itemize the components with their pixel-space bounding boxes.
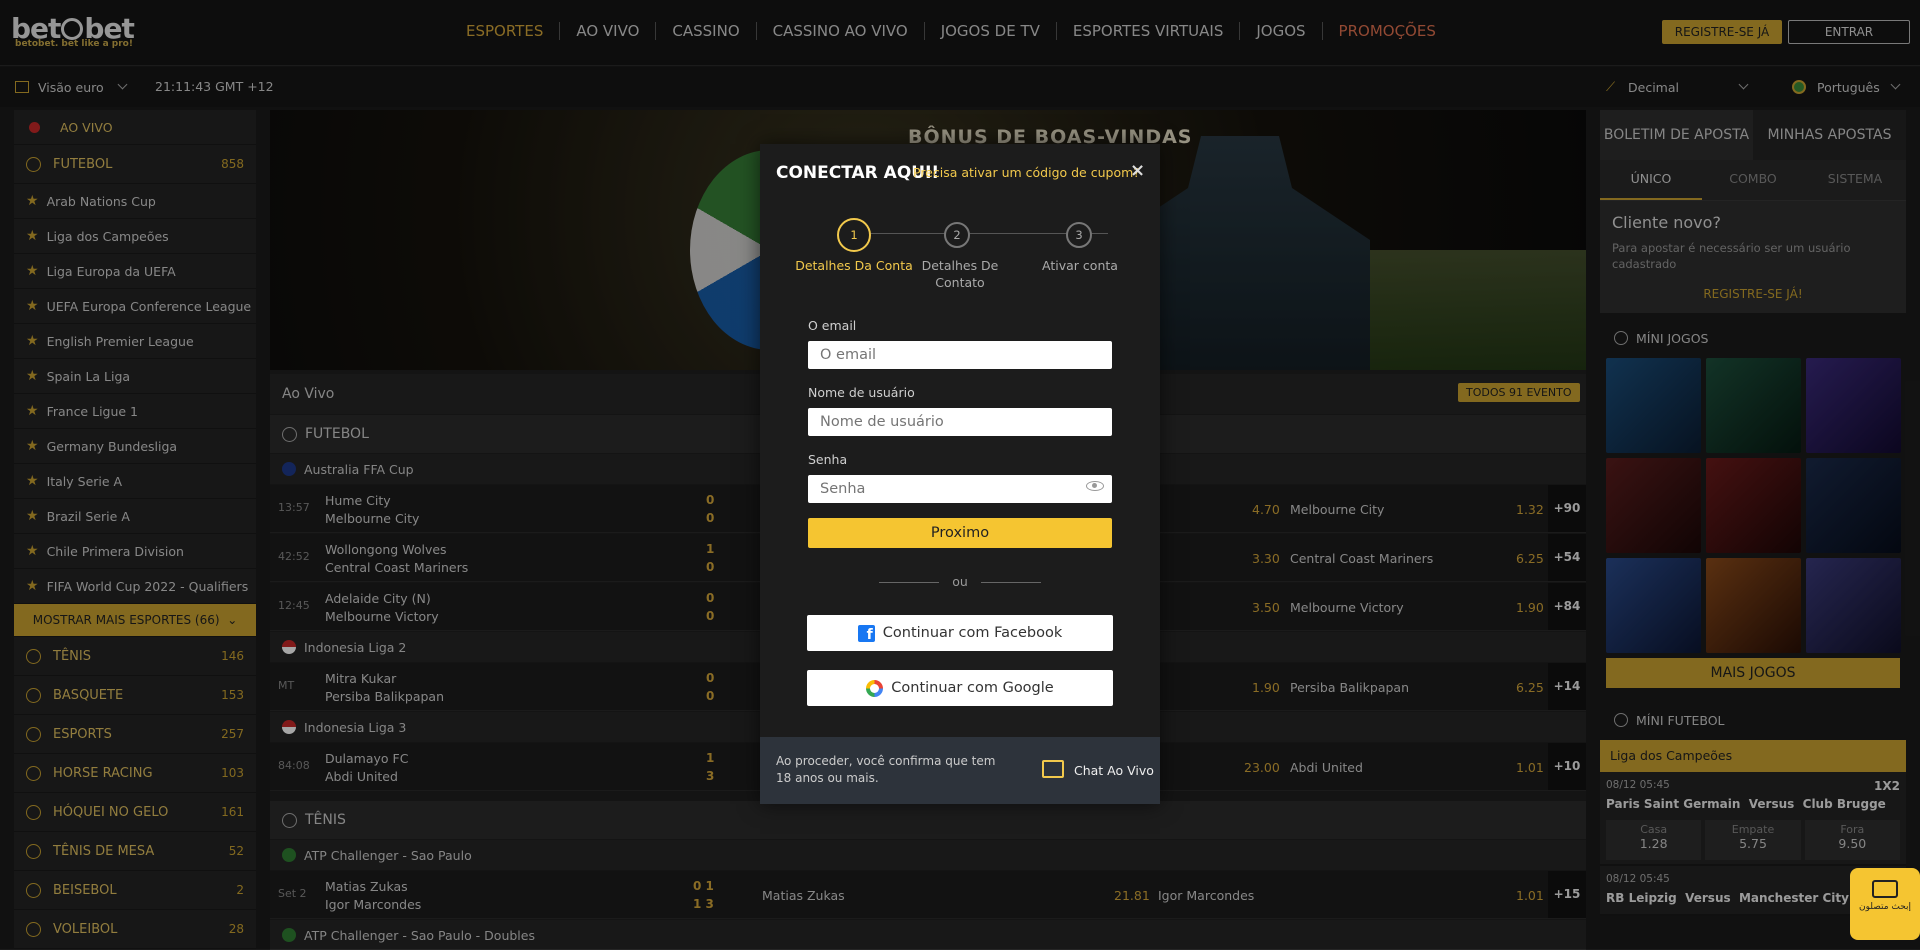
or-label: ou <box>952 574 968 589</box>
chat-bubble-icon <box>1872 880 1898 898</box>
step-3-label: Ativar conta <box>1042 258 1118 273</box>
password-label: Senha <box>808 452 848 467</box>
next-button[interactable]: Proximo <box>808 518 1112 548</box>
divider <box>981 582 1041 583</box>
chat-icon[interactable] <box>1042 760 1064 778</box>
close-icon[interactable]: × <box>1130 160 1145 181</box>
eye-icon[interactable] <box>1086 481 1104 491</box>
step-1-indicator: 1 <box>837 218 871 252</box>
facebook-icon: f <box>857 624 875 642</box>
step-1-label: Detalhes Da Conta <box>795 258 913 273</box>
username-field[interactable] <box>808 408 1112 436</box>
age-notice: Ao proceder, você confirma que tem 18 an… <box>776 754 996 785</box>
username-label: Nome de usuário <box>808 385 915 400</box>
step-2-indicator: 2 <box>944 222 970 248</box>
step-2-label: Detalhes De Contato <box>921 258 999 290</box>
email-label: O email <box>808 318 857 333</box>
step-3-indicator: 3 <box>1066 222 1092 248</box>
email-field[interactable] <box>808 341 1112 369</box>
modal-footer: Ao proceder, você confirma que tem 18 an… <box>760 737 1160 804</box>
live-chat-link[interactable]: Chat Ao Vivo <box>1074 763 1154 778</box>
login-modal: CONECTAR AQUI! Precisa ativar um código … <box>760 144 1160 804</box>
google-icon <box>866 679 884 697</box>
coupon-link[interactable]: Precisa ativar um código de cupom? <box>913 165 1140 180</box>
facebook-login-button[interactable]: f Continuar com Facebook <box>807 615 1113 651</box>
password-field[interactable] <box>808 475 1112 503</box>
chat-widget[interactable]: إبحث متصلون <box>1850 868 1920 940</box>
google-login-button[interactable]: Continuar com Google <box>807 670 1113 706</box>
